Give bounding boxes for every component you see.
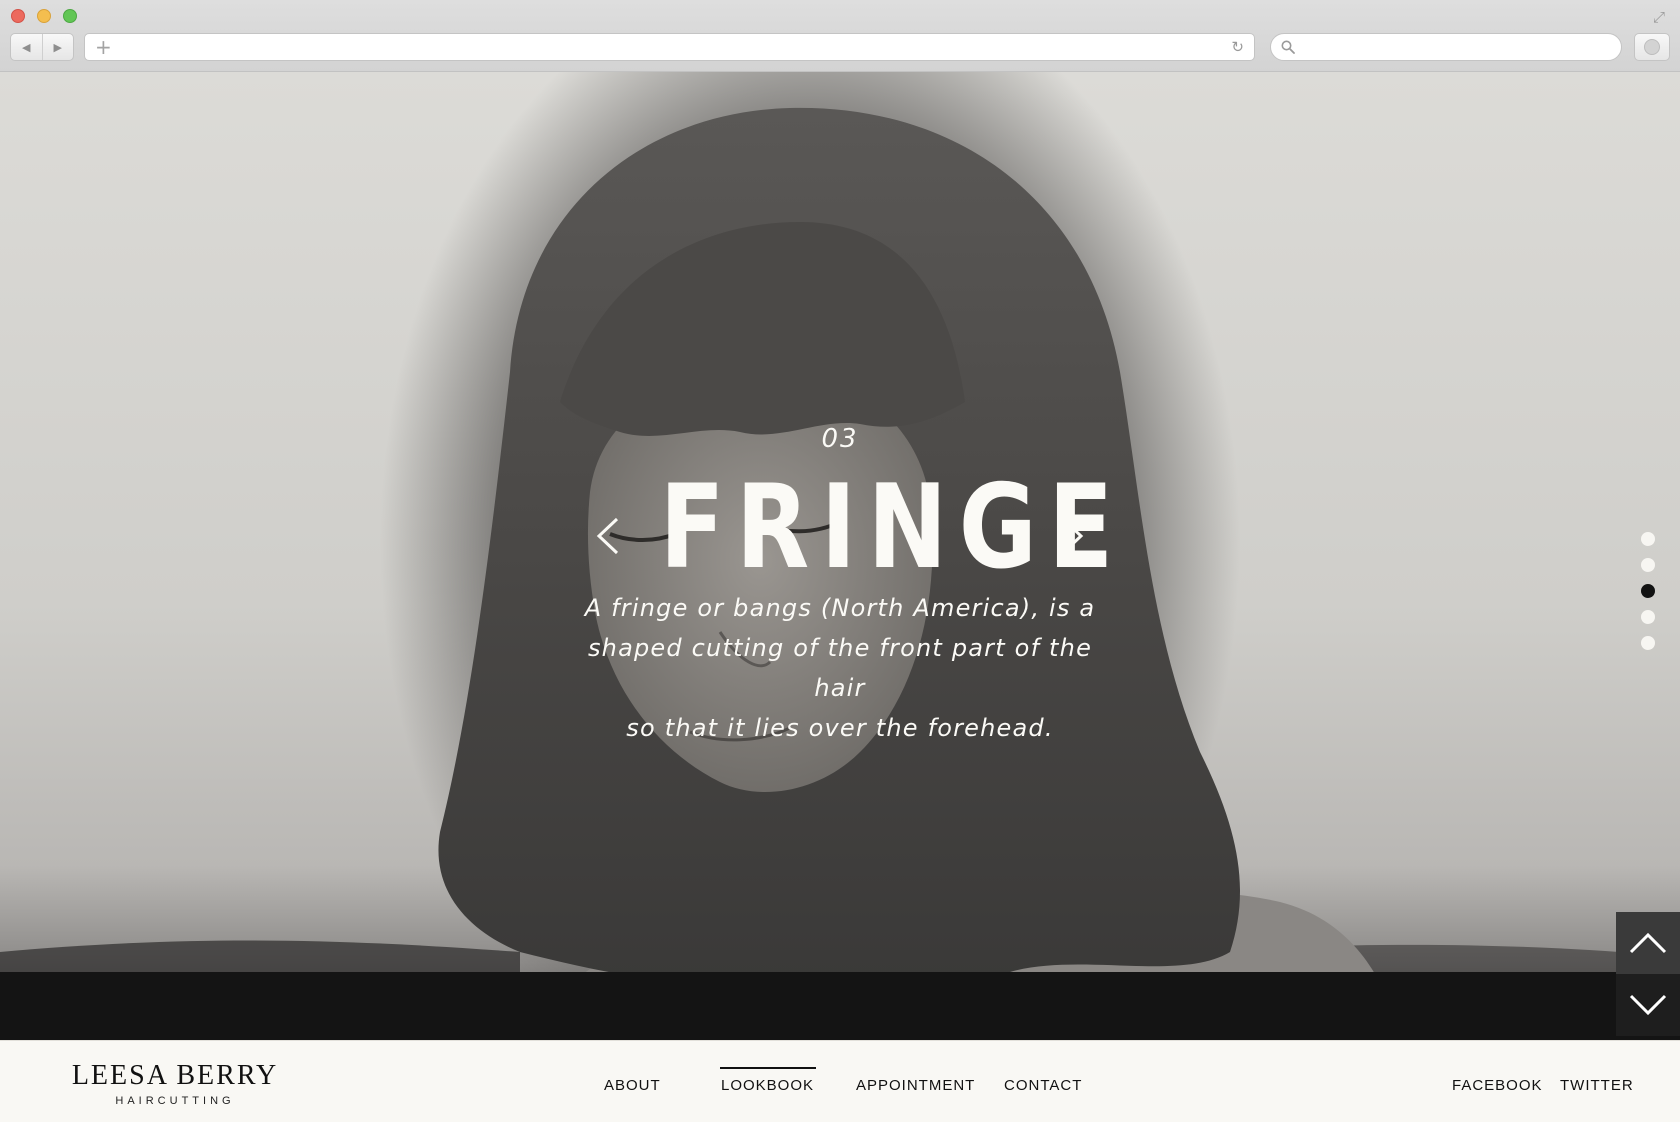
slide-description-line: so that it lies over the forehead.	[626, 714, 1054, 742]
forward-button[interactable]: ▶	[43, 34, 74, 60]
scroll-up-button[interactable]	[1616, 912, 1680, 974]
slide-description: A fringe or bangs (North America), is a …	[560, 588, 1120, 748]
scroll-down-button[interactable]	[1616, 974, 1680, 1036]
history-buttons: ◀ ▶	[10, 33, 74, 61]
site-footer: LEESA BERRY HAIRCUTTING ABOUT LOOKBOOK A…	[0, 1040, 1680, 1122]
browser-toolbar: ⤢ ◀ ▶ + ↻	[0, 0, 1680, 72]
pager-dot-2[interactable]	[1641, 558, 1655, 572]
slide-title: FRINGE	[659, 460, 1125, 595]
twitter-link[interactable]: TWITTER	[1560, 1077, 1634, 1094]
slide-pager	[1640, 532, 1656, 656]
previous-slide-button[interactable]	[588, 508, 628, 564]
pager-dot-1[interactable]	[1641, 532, 1655, 546]
pager-dot-3[interactable]	[1641, 584, 1655, 598]
window-close-button[interactable]	[11, 9, 25, 23]
nav-item-about[interactable]: ABOUT	[604, 1077, 661, 1094]
window-zoom-button[interactable]	[63, 9, 77, 23]
hero-slide: 03 FRINGE A fringe or bangs (North Ameri…	[0, 72, 1680, 1040]
browser-search-input[interactable]	[1270, 33, 1622, 61]
fullscreen-icon[interactable]: ⤢	[1650, 8, 1668, 26]
nav-item-contact[interactable]: CONTACT	[1004, 1077, 1082, 1094]
nav-item-lookbook[interactable]: LOOKBOOK	[719, 1067, 817, 1094]
next-slide-button[interactable]	[1052, 508, 1092, 564]
window-minimize-button[interactable]	[37, 9, 51, 23]
nav-item-appointment[interactable]: APPOINTMENT	[856, 1077, 975, 1094]
chevron-up-icon	[1629, 932, 1667, 954]
slide-number: 03	[821, 424, 859, 454]
search-icon	[1281, 40, 1295, 54]
chevron-down-icon	[1629, 994, 1667, 1016]
profile-button[interactable]	[1634, 33, 1670, 61]
back-button[interactable]: ◀	[11, 34, 43, 60]
browser-window: ⤢ ◀ ▶ + ↻ 03 FRINGE A fringe or bangs (N…	[0, 0, 1680, 1122]
pager-dot-5[interactable]	[1641, 636, 1655, 650]
reload-icon[interactable]: ↻	[1231, 38, 1244, 56]
chevron-left-icon	[596, 517, 619, 555]
slide-description-line: A fringe or bangs (North America), is a	[584, 594, 1096, 622]
main-nav: ABOUT LOOKBOOK APPOINTMENT CONTACT	[0, 1041, 1680, 1122]
facebook-link[interactable]: FACEBOOK	[1452, 1077, 1543, 1094]
slide-caption: 03 FRINGE A fringe or bangs (North Ameri…	[0, 72, 1680, 1040]
address-bar[interactable]: + ↻	[84, 33, 1255, 61]
chevron-right-icon	[1061, 517, 1084, 555]
new-tab-icon[interactable]: +	[95, 36, 112, 58]
slide-description-line: shaped cutting of the front part of the …	[587, 634, 1093, 702]
pager-dot-4[interactable]	[1641, 610, 1655, 624]
profile-icon	[1644, 39, 1660, 55]
